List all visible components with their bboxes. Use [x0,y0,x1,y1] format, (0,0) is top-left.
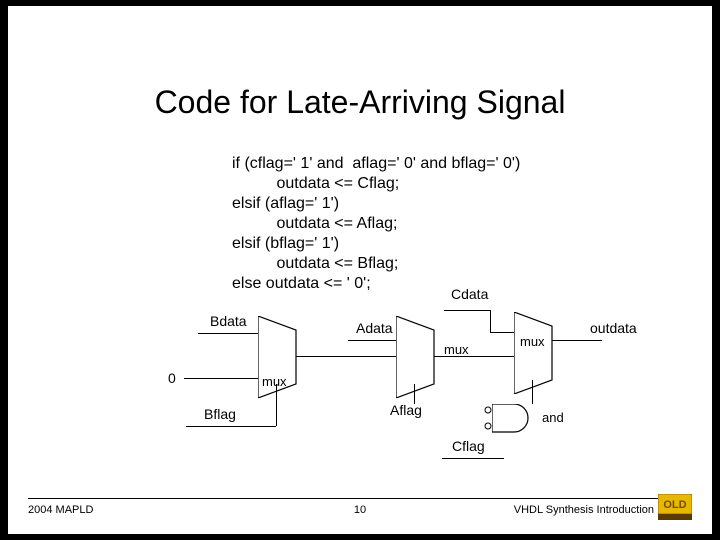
label-mux2: mux [444,342,469,357]
mux-3 [514,312,570,394]
label-mux3: mux [520,334,545,349]
inverter-bubble [484,422,492,430]
wire [552,340,602,341]
code-line: if (cflag=' 1' and aflag=' 0' and bflag=… [232,155,520,172]
and-gate [492,404,538,434]
label-and: and [542,410,564,425]
wire [414,384,415,404]
label-outdata: outdata [590,320,637,336]
label-bflag: Bflag [204,406,236,422]
code-line: outdata <= Cflag; [232,175,399,192]
label-cflag: Cflag [452,438,485,454]
wire [490,332,514,333]
label-adata: Adata [356,320,393,336]
wire [434,356,514,357]
mux-2 [396,316,452,398]
wire [490,310,491,332]
wire [184,378,258,379]
footer-rule [28,498,692,499]
footer: 2004 MAPLD 10 VHDL Synthesis Introductio… [28,498,692,522]
footer-right: VHDL Synthesis Introduction [514,504,654,516]
code-line: elsif (bflag=' 1') [232,235,339,252]
schematic-diagram: Cdata Bdata Adata 0 mux Bflag mux Aflag [158,286,648,476]
svg-text:OLD: OLD [663,499,686,511]
wire [198,333,258,334]
slide: Code for Late-Arriving Signal if (cflag=… [8,6,712,534]
wire [442,458,504,459]
wire [532,380,533,404]
slide-title: Code for Late-Arriving Signal [8,84,712,121]
inverter-bubble [484,406,492,414]
wire [276,384,277,426]
label-bdata: Bdata [210,313,247,329]
wire [348,340,398,341]
code-line: outdata <= Bflag; [232,255,398,272]
wire [296,356,396,357]
wire [186,426,276,427]
wire [444,310,490,311]
code-line: elsif (aflag=' 1') [232,195,339,212]
label-aflag: Aflag [390,402,422,418]
label-mux1: mux [262,374,287,389]
code-line: outdata <= Aflag; [232,215,397,232]
label-cdata: Cdata [451,286,488,302]
old-logo-icon: OLD [658,494,692,520]
code-block: if (cflag=' 1' and aflag=' 0' and bflag=… [232,134,520,294]
label-zero: 0 [168,370,176,386]
